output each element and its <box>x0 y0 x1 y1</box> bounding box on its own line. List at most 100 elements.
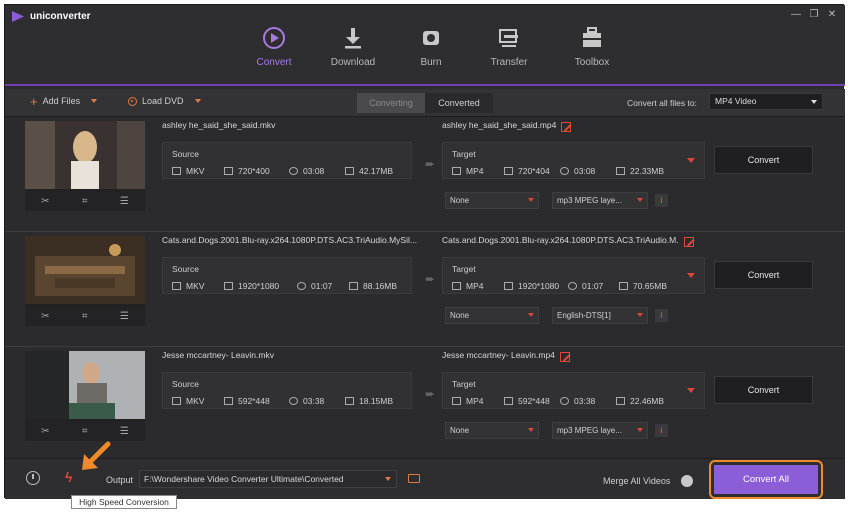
add-files-label: Add Files <box>42 96 81 106</box>
thumbnail-image <box>25 236 145 304</box>
edit-icon[interactable] <box>560 352 570 362</box>
high-speed-tooltip: High Speed Conversion <box>71 495 177 509</box>
chevron-down-icon[interactable] <box>687 388 695 393</box>
tab-toolbox[interactable]: Toolbox <box>557 25 627 68</box>
lightning-icon[interactable]: ϟ <box>65 469 72 485</box>
target-info-box[interactable]: Target MP4 720*404 03:08 22.33MB <box>442 142 705 179</box>
target-info-box[interactable]: Target MP4 1920*1080 01:07 70.65MB <box>442 257 705 294</box>
source-size: 88.16MB <box>349 281 397 291</box>
chevron-down-icon[interactable] <box>91 99 98 103</box>
video-thumbnail[interactable]: ✂ ⌗ ☰ <box>25 351 145 441</box>
resolution-icon <box>224 282 233 290</box>
scissors-icon[interactable]: ✂ <box>41 426 49 437</box>
open-folder-icon[interactable] <box>408 474 420 483</box>
source-duration: 03:38 <box>289 396 324 406</box>
target-filename: Cats.and.Dogs.2001.Blu-ray.x264.1080P.DT… <box>442 235 678 245</box>
target-size-value: 22.46MB <box>630 396 665 406</box>
effects-icon[interactable]: ☰ <box>120 311 129 322</box>
source-label: Source <box>172 149 199 159</box>
convert-button[interactable]: Convert <box>714 146 813 174</box>
tab-convert[interactable]: Convert <box>239 25 309 68</box>
convert-button[interactable]: Convert <box>714 376 813 404</box>
info-icon[interactable]: i <box>655 309 668 322</box>
video-thumbnail[interactable]: ✂ ⌗ ☰ <box>25 236 145 326</box>
tab-download[interactable]: Download <box>318 25 388 68</box>
edit-icon[interactable] <box>561 122 571 132</box>
thumbnail-image <box>25 121 145 189</box>
target-info-box[interactable]: Target MP4 592*448 03:38 22.46MB <box>442 372 705 409</box>
tab-burn[interactable]: Burn <box>396 25 466 68</box>
audio-select[interactable]: mp3 MPEG laye... <box>552 192 648 209</box>
convert-all-button[interactable]: Convert All <box>714 465 818 494</box>
convert-button[interactable]: Convert <box>714 261 813 289</box>
chevron-down-icon[interactable] <box>687 158 695 163</box>
audio-value: English-DTS[1] <box>557 311 611 320</box>
source-filename: ashley he_said_she_said.mkv <box>162 120 276 130</box>
resolution-icon <box>224 397 233 405</box>
dvd-icon <box>128 96 137 106</box>
thumbnail-tools: ✂ ⌗ ☰ <box>25 421 145 441</box>
download-icon <box>345 28 361 49</box>
tab-converted[interactable]: Converted <box>425 93 493 113</box>
target-duration-value: 01:07 <box>582 281 604 291</box>
effects-icon[interactable]: ☰ <box>120 196 129 207</box>
folder-icon <box>616 397 625 405</box>
chevron-down-icon[interactable] <box>194 99 201 103</box>
target-filename: ashley he_said_she_said.mp4 <box>442 120 557 130</box>
minimize-icon[interactable]: — <box>791 9 801 20</box>
convert-icon <box>263 27 285 49</box>
thumbnail-image <box>25 351 145 419</box>
audio-value: mp3 MPEG laye... <box>557 196 622 205</box>
subtitle-select[interactable]: None <box>445 192 539 209</box>
brand: uniconverter <box>11 11 91 22</box>
file-row: ✂ ⌗ ☰ Cats.and.Dogs.2001.Blu-ray.x264.10… <box>5 232 845 347</box>
target-resolution-value: 1920*1080 <box>518 281 560 291</box>
add-files-button[interactable]: + Add Files <box>30 95 98 108</box>
crop-icon[interactable]: ⌗ <box>82 196 88 207</box>
source-filename: Jesse mccartney- Leavin.mkv <box>162 350 274 360</box>
chevron-down-icon <box>528 428 534 432</box>
orange-arrow-icon <box>82 441 111 470</box>
merge-all-toggle[interactable] <box>681 475 693 487</box>
effects-icon[interactable]: ☰ <box>120 426 129 437</box>
close-icon[interactable]: ✕ <box>827 9 837 20</box>
scissors-icon[interactable]: ✂ <box>41 311 49 322</box>
thumbnail-tools: ✂ ⌗ ☰ <box>25 191 145 211</box>
crop-icon[interactable]: ⌗ <box>82 311 88 322</box>
crop-icon[interactable]: ⌗ <box>82 426 88 437</box>
app-title: uniconverter <box>30 11 91 22</box>
tab-transfer-label: Transfer <box>490 57 528 68</box>
tab-transfer[interactable]: Transfer <box>474 25 544 68</box>
restore-icon[interactable]: ❐ <box>809 9 819 20</box>
chevron-down-icon <box>528 198 534 202</box>
resolution-icon <box>224 167 233 175</box>
source-format: MKV <box>172 281 204 291</box>
info-icon[interactable]: i <box>655 424 668 437</box>
video-thumbnail[interactable]: ✂ ⌗ ☰ <box>25 121 145 211</box>
target-format-value: MP4 <box>466 281 484 291</box>
source-duration-value: 03:38 <box>303 396 325 406</box>
load-dvd-button[interactable]: Load DVD <box>128 96 201 106</box>
edit-icon[interactable] <box>684 237 694 247</box>
resolution-icon <box>504 397 513 405</box>
subtitle-select[interactable]: None <box>445 307 539 324</box>
clock-icon <box>568 282 577 290</box>
load-dvd-label: Load DVD <box>142 96 184 106</box>
audio-select[interactable]: mp3 MPEG laye... <box>552 422 648 439</box>
output-path-select[interactable]: F:\Wondershare Video Converter Ultimate\… <box>139 470 397 488</box>
source-info-box: Source MKV 592*448 03:38 18.15MB <box>162 372 412 409</box>
target-resolution: 1920*1080 <box>504 281 559 291</box>
output-format-select[interactable]: MP4 Video <box>709 93 823 110</box>
resolution-icon <box>504 282 513 290</box>
audio-select[interactable]: English-DTS[1] <box>552 307 648 324</box>
source-duration-value: 03:08 <box>303 166 325 176</box>
source-info-box: Source MKV 1920*1080 01:07 88.16MB <box>162 257 412 294</box>
tab-converting[interactable]: Converting <box>357 93 425 113</box>
alarm-clock-icon[interactable] <box>26 471 40 485</box>
source-duration-value: 01:07 <box>311 281 333 291</box>
subtitle-select[interactable]: None <box>445 422 539 439</box>
info-icon[interactable]: i <box>655 194 668 207</box>
source-filename: Cats.and.Dogs.2001.Blu-ray.x264.1080P.DT… <box>162 235 417 245</box>
scissors-icon[interactable]: ✂ <box>41 196 49 207</box>
chevron-down-icon[interactable] <box>687 273 695 278</box>
